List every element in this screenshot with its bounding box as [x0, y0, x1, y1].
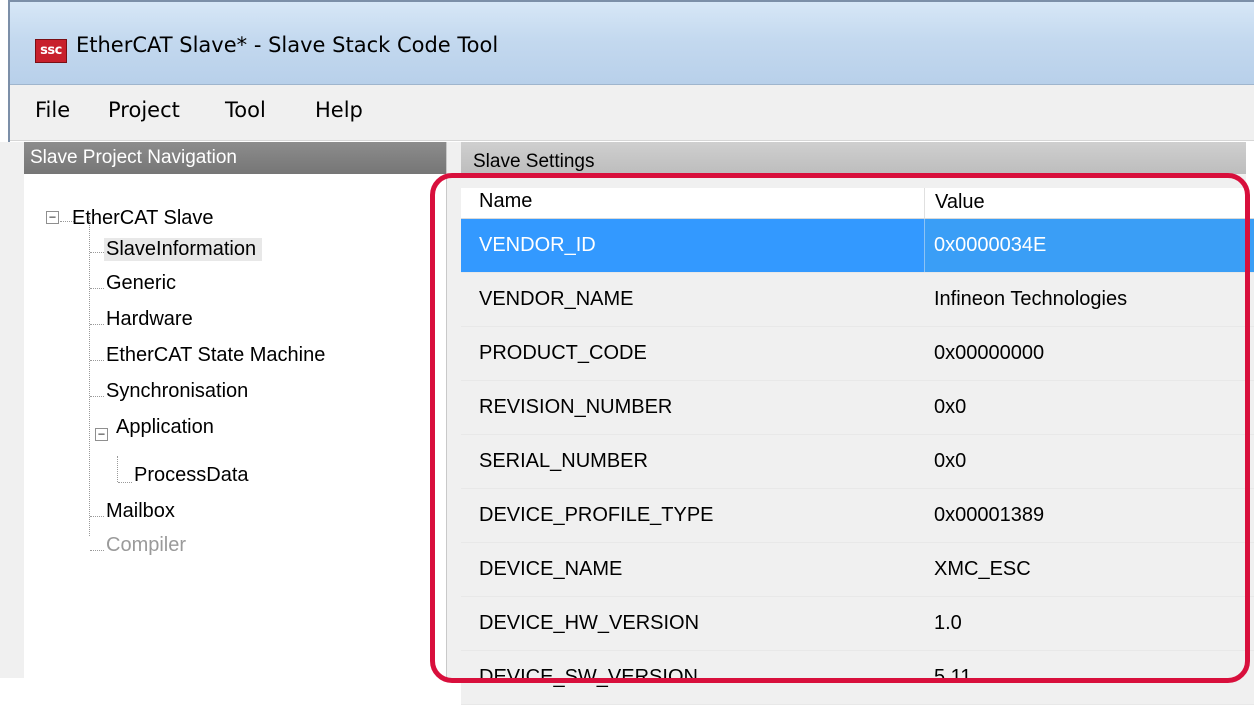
table-row[interactable]: VENDOR_NAME Infineon Technologies	[461, 273, 1254, 327]
window-title: EtherCAT Slave* - Slave Stack Code Tool	[76, 33, 499, 57]
setting-name: DEVICE_HW_VERSION	[479, 612, 700, 634]
table-row[interactable]: PRODUCT_CODE 0x00000000	[461, 327, 1254, 381]
table-row[interactable]: REVISION_NUMBER 0x0	[461, 381, 1254, 435]
setting-value[interactable]: XMC_ESC	[934, 558, 1031, 581]
settings-header: Slave Settings	[461, 142, 1246, 174]
setting-name: REVISION_NUMBER	[479, 396, 673, 418]
navigation-header: Slave Project Navigation	[24, 142, 446, 174]
setting-name: SERIAL_NUMBER	[479, 450, 648, 472]
collapse-application-icon[interactable]: −	[95, 428, 108, 441]
navigation-tree[interactable]: − EtherCAT Slave SlaveInformation Generi…	[24, 174, 446, 678]
menu-file[interactable]: File	[35, 98, 70, 122]
tree-node-hardware[interactable]: Hardware	[106, 308, 193, 331]
collapse-root-icon[interactable]: −	[46, 211, 59, 224]
tree-node-mailbox[interactable]: Mailbox	[106, 500, 175, 523]
menu-project[interactable]: Project	[108, 98, 180, 122]
title-bar[interactable]: ssc EtherCAT Slave* - Slave Stack Code T…	[10, 2, 1254, 85]
setting-value[interactable]: 0x0	[934, 396, 966, 419]
column-header-name[interactable]: Name	[479, 190, 532, 213]
tree-node-application[interactable]: Application	[116, 416, 214, 439]
tree-node-compiler[interactable]: Compiler	[106, 534, 186, 557]
settings-grid: Name Value VENDOR_ID 0x0000034E VENDOR_N…	[461, 188, 1254, 705]
table-row[interactable]: DEVICE_SW_VERSION 5.11	[461, 651, 1254, 705]
table-row[interactable]: DEVICE_NAME XMC_ESC	[461, 543, 1254, 597]
window-frame-strip	[0, 142, 24, 678]
setting-value[interactable]: 0x00001389	[934, 504, 1044, 527]
setting-name: DEVICE_NAME	[479, 558, 623, 580]
tree-node-slave-information[interactable]: SlaveInformation	[104, 238, 263, 261]
ssc-app-icon: ssc	[35, 39, 67, 63]
menu-bar: File Project Tool Help	[10, 85, 1254, 141]
tree-node-generic[interactable]: Generic	[106, 272, 176, 295]
column-header-value[interactable]: Value	[924, 188, 1254, 218]
setting-value[interactable]: Infineon Technologies	[934, 288, 1127, 311]
tree-node-ethercat-state-machine[interactable]: EtherCAT State Machine	[106, 344, 325, 367]
setting-name: PRODUCT_CODE	[479, 342, 647, 364]
slave-settings-panel: Slave Settings Name Value VENDOR_ID 0x00…	[461, 142, 1254, 705]
tree-node-synchronisation[interactable]: Synchronisation	[106, 380, 248, 403]
table-row[interactable]: DEVICE_HW_VERSION 1.0	[461, 597, 1254, 651]
panel-splitter[interactable]	[447, 142, 461, 678]
setting-value[interactable]: 0x0	[934, 450, 966, 473]
slave-project-navigation-panel: Slave Project Navigation − EtherCAT Slav…	[24, 142, 447, 678]
setting-value[interactable]: 0x00000000	[934, 342, 1044, 365]
setting-name: VENDOR_ID	[479, 234, 596, 256]
grid-header-row: Name Value	[461, 188, 1254, 219]
table-row[interactable]: SERIAL_NUMBER 0x0	[461, 435, 1254, 489]
table-row[interactable]: VENDOR_ID 0x0000034E	[461, 219, 1254, 273]
setting-value[interactable]: 0x0000034E	[934, 234, 1046, 257]
menu-help[interactable]: Help	[315, 98, 363, 122]
setting-name: VENDOR_NAME	[479, 288, 634, 310]
setting-value[interactable]: 1.0	[934, 612, 962, 635]
tree-node-ethercat-slave[interactable]: EtherCAT Slave	[72, 207, 214, 230]
tree-node-process-data[interactable]: ProcessData	[134, 464, 249, 487]
setting-name: DEVICE_PROFILE_TYPE	[479, 504, 714, 526]
table-row[interactable]: DEVICE_PROFILE_TYPE 0x00001389	[461, 489, 1254, 543]
menu-tool[interactable]: Tool	[225, 98, 266, 122]
